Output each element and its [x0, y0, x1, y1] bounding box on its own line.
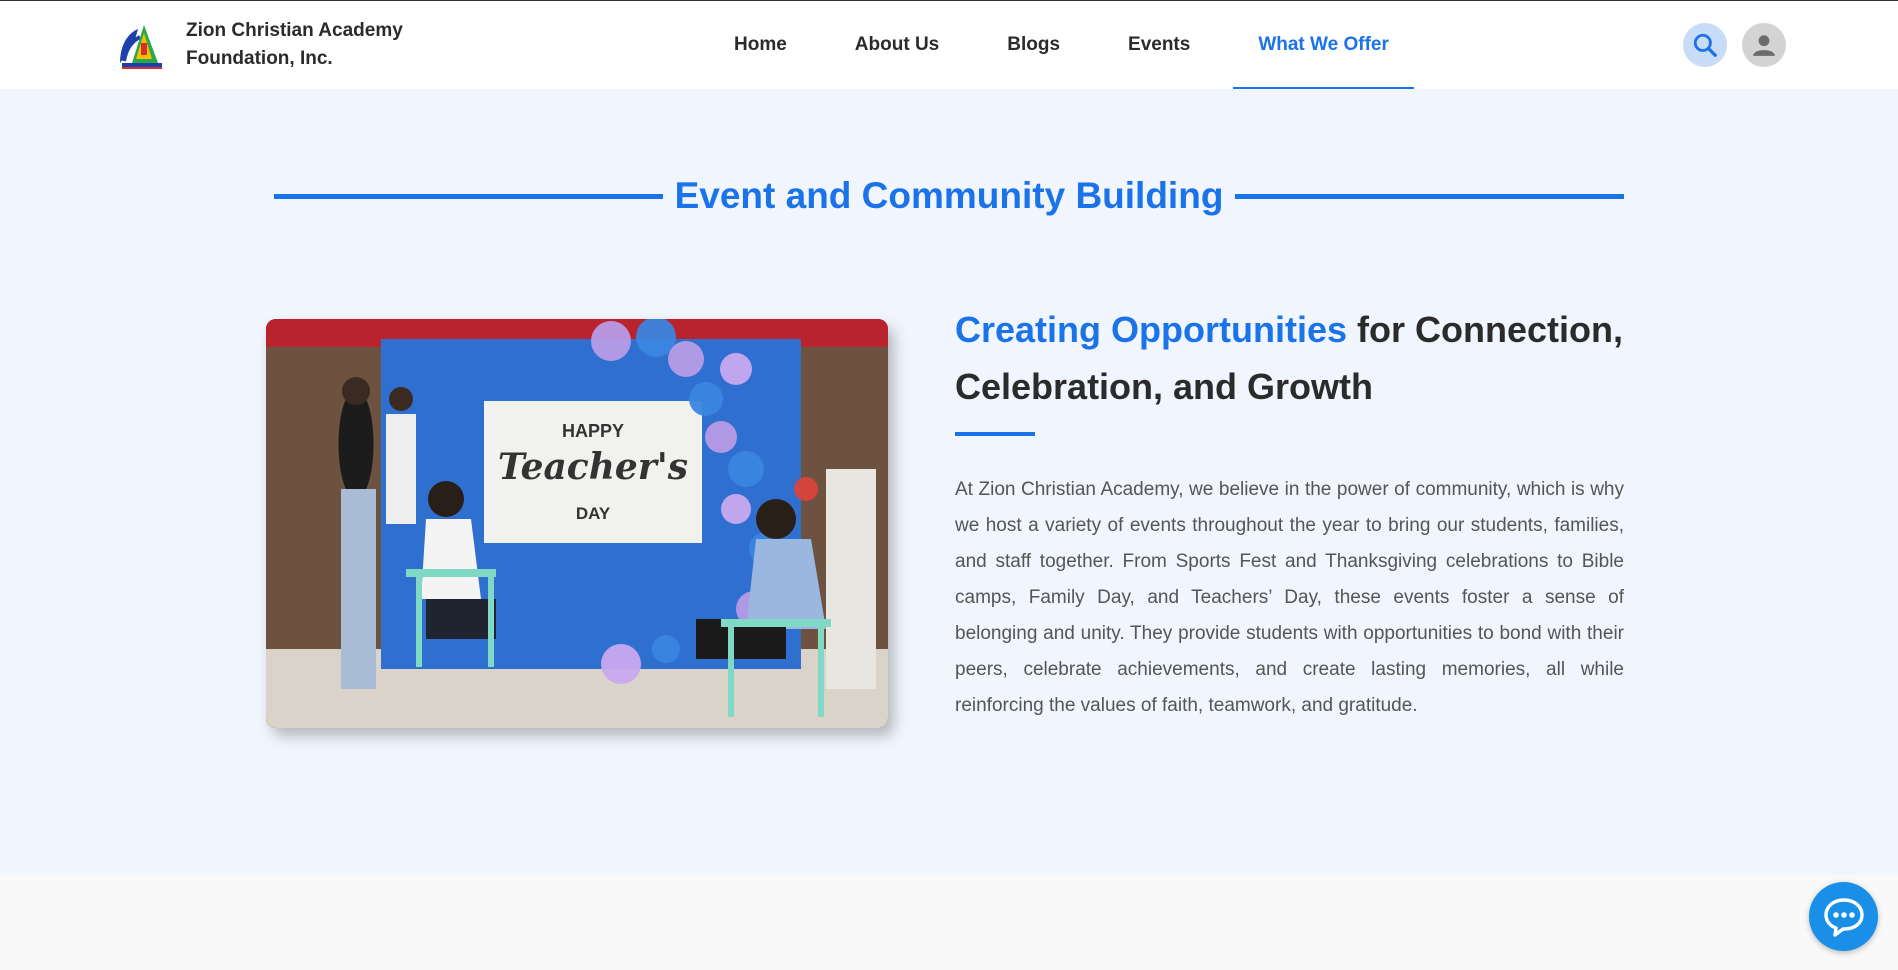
search-button[interactable]: [1683, 23, 1727, 67]
nav-what-we-offer[interactable]: What We Offer: [1233, 1, 1414, 89]
school-logo[interactable]: [114, 19, 166, 71]
nav-about-us[interactable]: About Us: [830, 1, 964, 89]
nav-home[interactable]: Home: [709, 1, 812, 89]
teachers-day-photo: HAPPY Teacher's DAY: [266, 319, 888, 728]
profile-button[interactable]: [1742, 23, 1786, 67]
headline-rule: [955, 432, 1035, 436]
search-icon: [1693, 33, 1717, 57]
org-name[interactable]: Zion Christian Academy Foundation, Inc.: [186, 17, 446, 73]
main-content: Event and Community Building HAPPY Teach…: [0, 89, 1898, 875]
title-rule-right: [1235, 193, 1624, 199]
banner-day: DAY: [576, 504, 611, 523]
chat-button[interactable]: [1809, 882, 1878, 951]
chat-bubble-icon: [1823, 897, 1864, 937]
banner-happy: HAPPY: [562, 421, 624, 441]
footer-area: [0, 875, 1898, 970]
nav-events[interactable]: Events: [1103, 1, 1215, 89]
nav-blogs[interactable]: Blogs: [982, 1, 1085, 89]
banner-teachers: Teacher's: [498, 446, 688, 488]
site-header: Zion Christian Academy Foundation, Inc. …: [0, 1, 1898, 89]
section-body: At Zion Christian Academy, we believe in…: [955, 479, 1624, 716]
headline-accent: Creating Opportunities: [955, 309, 1348, 350]
brand[interactable]: Zion Christian Academy Foundation, Inc.: [114, 17, 446, 73]
user-icon: [1753, 35, 1775, 56]
main-nav: Home About Us Blogs Events What We Offer: [700, 1, 1423, 89]
section-headline: Creating Opportunities for Connection, C…: [955, 301, 1645, 415]
section-title-row: Event and Community Building: [274, 171, 1624, 221]
title-rule-left: [274, 193, 663, 199]
section-title: Event and Community Building: [674, 175, 1224, 216]
